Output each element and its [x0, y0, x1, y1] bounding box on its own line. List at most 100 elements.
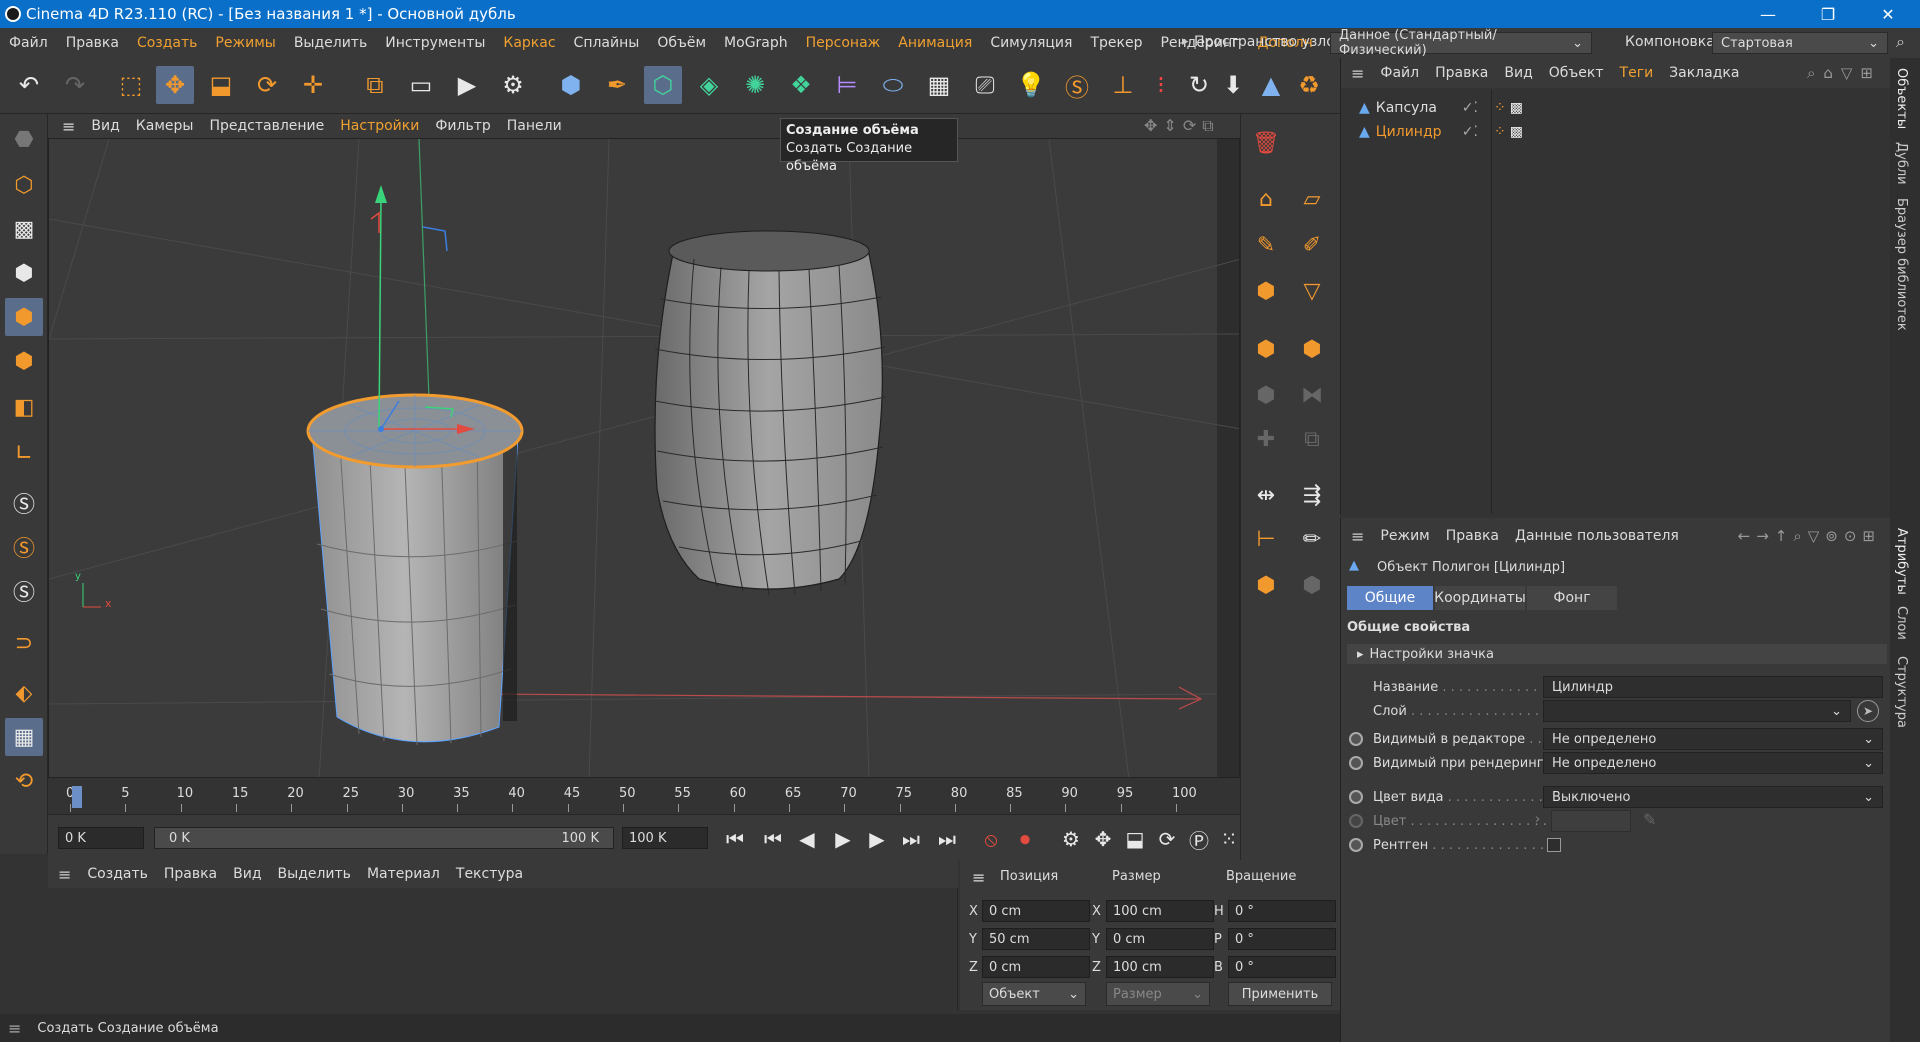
close-button[interactable]: ✕ [1860, 0, 1916, 28]
disabled-box-icon[interactable]: ⬢ [1247, 376, 1285, 414]
node-space-dropdown[interactable]: Данное (Стандартный/Физический) ⌄ [1330, 28, 1592, 58]
disabled-add-icon[interactable]: ✚ [1247, 420, 1285, 458]
texture-tag-icon[interactable]: ▩ [1510, 124, 1523, 140]
camera-icon[interactable]: ⎚ [966, 66, 1004, 104]
display-color-dropdown[interactable]: Выключено ⌄ [1543, 786, 1883, 808]
transform-tool-icon[interactable]: ✛ [294, 66, 332, 104]
viewport-menu-view[interactable]: Вид [83, 118, 127, 134]
coord-rot-b-field[interactable]: 0 ° [1228, 956, 1336, 978]
coord-size-x-field[interactable]: 100 cm [1106, 900, 1214, 922]
play-icon[interactable]: ▶ [828, 824, 858, 854]
minimize-button[interactable]: — [1740, 0, 1796, 28]
hamburger-icon[interactable]: ≡ [8, 1019, 21, 1038]
go-to-end-icon[interactable]: ⏭ [932, 824, 962, 854]
points-mode-icon[interactable]: ⬢ [5, 254, 43, 292]
viewport-menu-panels[interactable]: Панели [499, 118, 570, 134]
playhead[interactable] [72, 786, 82, 808]
edges-mode-icon[interactable]: ⬢ [5, 298, 43, 336]
grid-workplane-icon[interactable]: ▦ [5, 718, 43, 756]
attribute-menu-userdata[interactable]: Данные пользователя [1507, 528, 1687, 544]
texture-mode-icon[interactable]: ▩ [5, 210, 43, 248]
render-settings-icon[interactable]: ⚙ [494, 66, 532, 104]
snap-icon[interactable]: Ⓢ [5, 484, 43, 522]
icon-settings-group[interactable]: ▸ Настройки значка [1347, 644, 1887, 664]
magnet-icon[interactable]: ⊃ [5, 624, 43, 662]
light-icon[interactable]: 💡 [1012, 66, 1050, 104]
object-row-cylinder[interactable]: ▲ Цилиндр ✓⁚ ⁘ ▩ [1341, 120, 1891, 144]
maximize-button[interactable]: ❐ [1800, 0, 1856, 28]
paint-pen-icon[interactable]: ✎ [1247, 226, 1285, 264]
key-parameter-icon[interactable]: Ⓟ [1184, 824, 1214, 854]
coord-pos-y-field[interactable]: 50 cm [982, 928, 1090, 950]
refresh-icon[interactable]: ↻ [1180, 66, 1218, 104]
plane-grid-icon[interactable]: ▱ [1293, 180, 1331, 218]
cone-sculpt-icon[interactable]: ▽ [1293, 272, 1331, 310]
vtab-attributes[interactable]: Атрибуты [1894, 528, 1909, 595]
workplane-icon[interactable]: ⬖ [5, 674, 43, 712]
object-toolbar-icons[interactable]: ⌕⌂▽⊞ [1807, 64, 1881, 82]
attribute-toolbar-icons[interactable]: ←→↑⌕▽⊚⊙⊞ [1738, 527, 1881, 545]
axis-mode-icon[interactable]: ∟ [5, 434, 43, 472]
vis-editor-radio[interactable] [1349, 732, 1363, 746]
menu-item-7[interactable]: Сплайны [565, 35, 649, 51]
menu-item-8[interactable]: Объём [648, 35, 715, 51]
coord-rot-h-field[interactable]: 0 ° [1228, 900, 1336, 922]
menu-item-0[interactable]: Файл [0, 35, 57, 51]
redo-icon[interactable]: ↷ [56, 66, 94, 104]
render-view-icon[interactable]: ▶ [448, 66, 486, 104]
coord-pos-x-field[interactable]: 0 cm [982, 900, 1090, 922]
coord-rot-p-field[interactable]: 0 ° [1228, 928, 1336, 950]
layer-field[interactable]: ⌄ [1543, 700, 1851, 722]
search-icon[interactable]: ⌕ [1896, 32, 1905, 52]
material-menu-select[interactable]: Выделить [270, 866, 359, 882]
tab-phong[interactable]: Фонг [1527, 586, 1617, 610]
polygons-mode-icon[interactable]: ⬢ [5, 342, 43, 380]
phong-tag-icon[interactable]: ⁘ [1494, 124, 1506, 140]
redshift-s-icon[interactable]: Ⓢ [1058, 66, 1096, 104]
menu-item-6[interactable]: Каркас [494, 35, 564, 51]
hamburger-icon[interactable]: ≡ [1351, 527, 1364, 546]
viewport-menu-display[interactable]: Представление [201, 118, 332, 134]
phong-tag-icon[interactable]: ⁘ [1494, 100, 1506, 116]
autokey-icon[interactable]: ⏺ [1010, 824, 1040, 854]
menu-item-13[interactable]: Трекер [1081, 35, 1151, 51]
object-menu-edit[interactable]: Правка [1427, 65, 1496, 81]
scale-tool-icon[interactable]: ⬓ [202, 66, 240, 104]
visibility-toggle-icon[interactable]: ✓⁚ [1462, 124, 1478, 140]
coords-mode-select[interactable]: Объект ⌄ [982, 982, 1086, 1006]
column-divider[interactable] [1491, 90, 1492, 514]
vis-render-dropdown[interactable]: Не определено ⌄ [1543, 752, 1883, 774]
attribute-menu-mode[interactable]: Режим [1372, 528, 1437, 544]
key-rotation-icon[interactable]: ⟳ [1152, 824, 1182, 854]
axis-tool-icon[interactable]: ⊥ [1104, 66, 1142, 104]
render-region-icon[interactable]: ▭ [402, 66, 440, 104]
material-menu-edit[interactable]: Правка [156, 866, 225, 882]
volume-builder-icon[interactable]: ❖ [782, 66, 820, 104]
subdivision-surface-icon[interactable]: ⬡ [644, 66, 682, 104]
align-icon[interactable]: ⇹ [1247, 476, 1285, 514]
quantize-icon[interactable]: Ⓢ [5, 572, 43, 610]
menu-item-2[interactable]: Создать [128, 35, 206, 51]
prev-frame-icon[interactable]: ◀ [792, 824, 822, 854]
extrude-box-icon[interactable]: ⬢ [1247, 566, 1285, 604]
undo-icon[interactable]: ↶ [10, 66, 48, 104]
object-menu-object[interactable]: Объект [1541, 65, 1612, 81]
coordinate-system-icon[interactable]: ⧉ [356, 66, 394, 104]
menu-item-3[interactable]: Режимы [206, 35, 284, 51]
cone-icon[interactable]: ▲ [1252, 66, 1290, 104]
locked-workplane-icon[interactable]: ⟲ [5, 762, 43, 800]
viewport-menu-cameras[interactable]: Камеры [128, 118, 202, 134]
object-menu-bookmarks[interactable]: Закладка [1661, 65, 1747, 81]
live-selection-icon[interactable]: ⬚ [112, 66, 150, 104]
next-key-icon[interactable]: ⏭ [896, 824, 926, 854]
uv-mode-icon[interactable]: ◧ [5, 388, 43, 426]
polygon-box-2-icon[interactable]: ⬢ [1293, 330, 1331, 368]
material-menu-material[interactable]: Материал [359, 866, 448, 882]
timeline-ruler[interactable]: 0 5 10 15 20 25 30 35 40 45 50 55 60 65 70 75 80 85 90 95 10… [48, 778, 1348, 814]
key-position-icon[interactable]: ✥ [1088, 824, 1118, 854]
xray-radio[interactable] [1349, 838, 1363, 852]
material-menu-texture[interactable]: Текстура [448, 866, 531, 882]
more-menu-arrow[interactable]: ▸ [1182, 34, 1189, 49]
vtab-structure[interactable]: Структура [1894, 656, 1909, 728]
coords-size-select[interactable]: Размер ⌄ [1106, 982, 1210, 1006]
